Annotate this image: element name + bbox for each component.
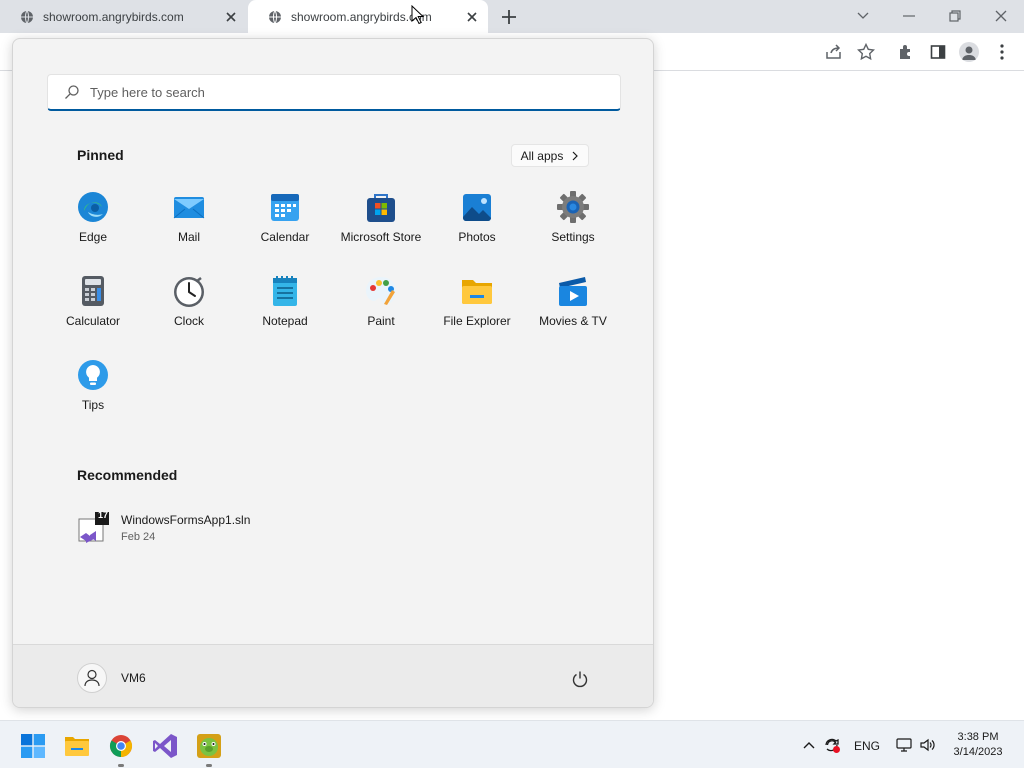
restore-icon[interactable] (945, 6, 965, 26)
recommended-file-name: WindowsFormsApp1.sln (121, 513, 251, 527)
share-icon[interactable] (824, 42, 844, 62)
taskbar-visual-studio[interactable] (152, 733, 178, 759)
taskbar-file-explorer[interactable] (64, 733, 90, 759)
mail-icon (173, 197, 205, 219)
close-window-icon[interactable] (991, 6, 1011, 26)
extensions-puzzle-icon[interactable] (896, 42, 916, 62)
globe-icon (21, 10, 33, 23)
clock-time: 3:38 PM (957, 731, 999, 743)
new-tab-plus-icon[interactable] (500, 8, 518, 26)
app-label: Tips (81, 398, 105, 412)
clock-icon (174, 277, 204, 307)
browser-tab-1[interactable]: showroom.angrybirds.com (0, 0, 247, 33)
running-indicator (118, 764, 124, 767)
pinned-app-movies-tv[interactable]: Movies & TV (525, 274, 621, 350)
sync-alert-icon[interactable] (823, 737, 841, 753)
app-label: Movies & TV (539, 314, 607, 328)
network-icon[interactable] (895, 737, 913, 753)
pinned-app-paint[interactable]: Paint (333, 274, 429, 350)
browser-tab-strip: showroom.angrybirds.com showroom.angrybi… (0, 0, 1024, 33)
edge-icon (78, 192, 108, 222)
pinned-app-photos[interactable]: Photos (429, 190, 525, 266)
calculator-icon (82, 276, 104, 306)
user-name: VM6 (121, 671, 146, 685)
volume-speaker-icon[interactable] (919, 737, 937, 753)
calendar-icon (271, 194, 299, 221)
side-panel-icon[interactable] (928, 42, 948, 62)
paint-palette-icon (366, 277, 396, 305)
tab-search-chevron-icon[interactable] (853, 6, 873, 26)
pinned-app-clock[interactable]: Clock (141, 274, 237, 350)
folder-icon (462, 280, 492, 304)
language-indicator[interactable]: ENG (854, 739, 880, 753)
app-label: Calendar (260, 230, 310, 244)
movies-play-icon (559, 277, 587, 306)
app-label: Settings (551, 230, 595, 244)
start-button[interactable] (20, 733, 46, 759)
version-badge: 17 (98, 510, 109, 520)
pinned-app-mail[interactable]: Mail (141, 190, 237, 266)
start-search-box[interactable]: Type here to search (47, 74, 621, 111)
running-indicator (206, 764, 212, 767)
all-apps-label: All apps (520, 148, 564, 163)
app-label: Microsoft Store (340, 230, 422, 244)
photos-icon (463, 194, 491, 221)
recommended-title: Recommended (77, 467, 178, 483)
show-hidden-icons-chevron-icon[interactable] (800, 737, 818, 753)
chrome-icon (110, 735, 132, 757)
app-label: Clock (173, 314, 204, 328)
globe-icon (269, 10, 281, 23)
app-label: Notepad (262, 314, 308, 328)
recommended-file-date: Feb 24 (121, 531, 156, 543)
user-avatar-icon (77, 663, 107, 693)
app-label: Paint (367, 314, 395, 328)
app-label: Edge (78, 230, 108, 244)
chevron-right-icon (572, 151, 579, 160)
bookmark-star-icon[interactable] (856, 42, 876, 62)
all-apps-button[interactable]: All apps (511, 144, 589, 167)
search-placeholder: Type here to search (90, 84, 205, 100)
pinned-app-calendar[interactable]: Calendar (237, 190, 333, 266)
settings-gear-icon (557, 191, 589, 223)
visual-studio-icon (153, 734, 177, 758)
pinned-app-settings[interactable]: Settings (525, 190, 621, 266)
user-account-button[interactable]: VM6 (77, 663, 146, 693)
close-tab-icon[interactable] (223, 9, 239, 25)
power-icon[interactable] (571, 670, 589, 688)
pinned-app-microsoft-store[interactable]: Microsoft Store (333, 190, 429, 266)
pinned-app-notepad[interactable]: Notepad (237, 274, 333, 350)
pinned-app-calculator[interactable]: Calculator (45, 274, 141, 350)
pinned-app-file-explorer[interactable]: File Explorer (429, 274, 525, 350)
pinned-app-tips[interactable]: Tips (45, 358, 141, 434)
profile-avatar-icon[interactable] (959, 42, 979, 62)
app-label: Photos (458, 230, 496, 244)
menu-kebab-icon[interactable] (992, 42, 1012, 62)
tab-title: showroom.angrybirds.com (291, 9, 432, 24)
pinned-app-edge[interactable]: Edge (45, 190, 141, 266)
start-menu: Type here to search Pinned All apps Edge… (12, 38, 654, 708)
minimize-icon[interactable] (899, 6, 919, 26)
taskbar-clock[interactable]: 3:38 PM 3/14/2023 (944, 730, 1012, 760)
notepad-icon (273, 276, 297, 306)
app-label: Mail (177, 230, 200, 244)
pinned-title: Pinned (77, 147, 124, 163)
clock-date: 3/14/2023 (953, 746, 1003, 758)
taskbar-chrome[interactable] (108, 733, 134, 767)
close-tab-icon[interactable] (464, 9, 480, 25)
recommended-item[interactable]: 17 WindowsFormsApp1.sln Feb 24 (77, 509, 277, 549)
app-label: Calculator (65, 314, 121, 328)
green-pig-icon (197, 734, 221, 758)
lightbulb-icon (78, 360, 108, 390)
browser-tab-2[interactable]: showroom.angrybirds.com (248, 0, 488, 33)
windows-logo-icon (21, 734, 45, 758)
taskbar-angry-birds-app[interactable] (196, 733, 222, 767)
taskbar: ENG 3:38 PM 3/14/2023 (0, 720, 1024, 768)
mouse-cursor-icon (411, 5, 425, 25)
start-menu-footer: VM6 (13, 644, 653, 707)
folder-icon (65, 737, 89, 756)
tab-title: showroom.angrybirds.com (43, 9, 184, 24)
search-icon (65, 85, 79, 99)
store-icon (367, 194, 395, 222)
app-label: File Explorer (443, 314, 511, 328)
